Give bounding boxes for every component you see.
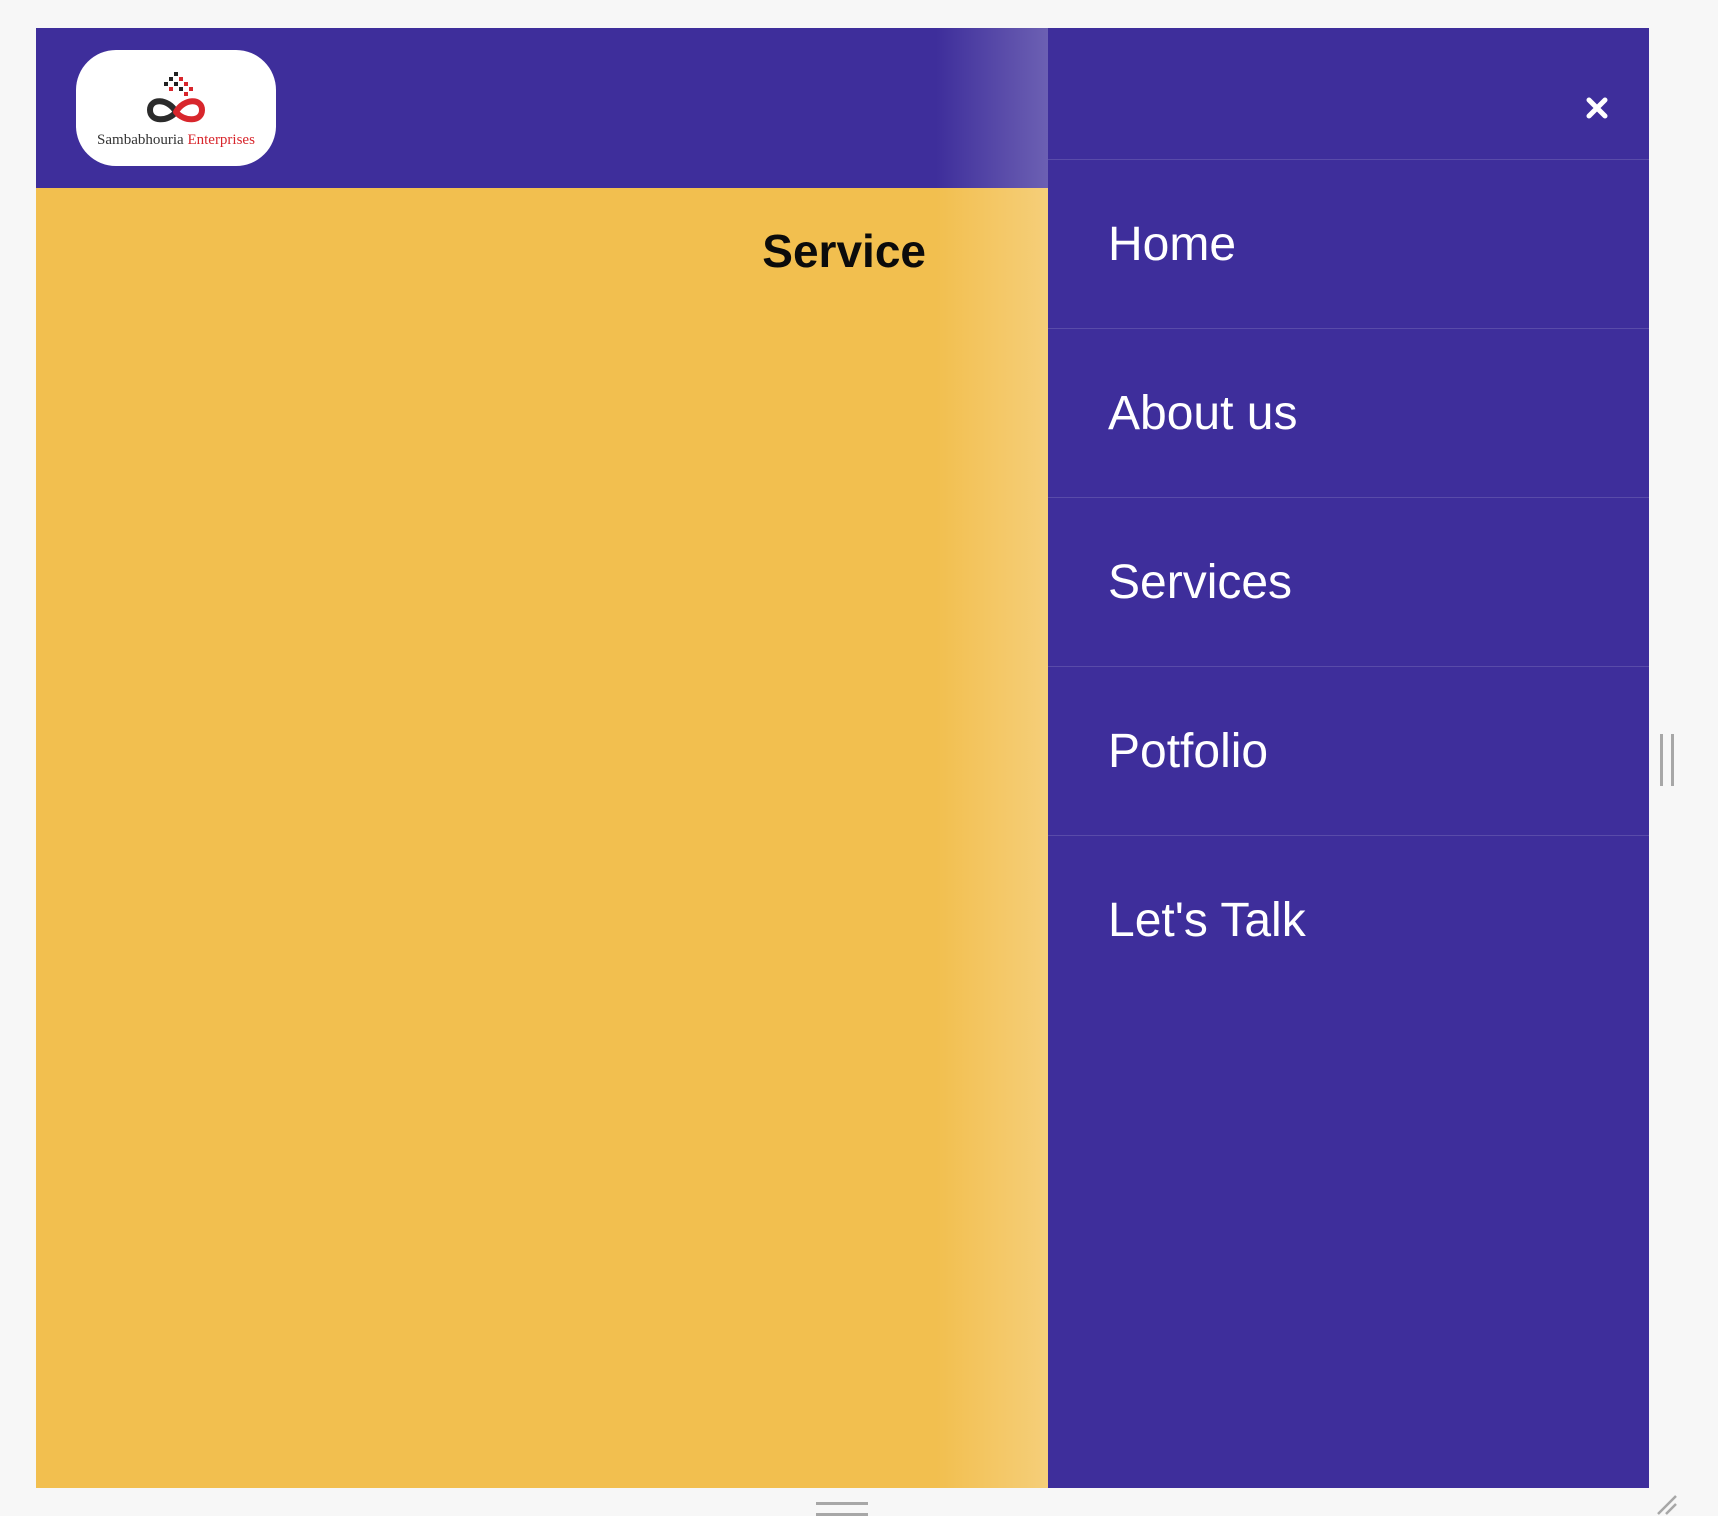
brand-logo[interactable]: Sambabhouria Enterprises (76, 50, 276, 166)
navigation-drawer: Home About us Services Potfolio Let's Ta… (1048, 28, 1649, 1488)
app-viewport: Sambabhouria Enterprises Service Home Ab… (36, 28, 1649, 1488)
horizontal-resize-handle[interactable] (816, 1502, 868, 1516)
close-button[interactable] (1579, 90, 1615, 126)
nav-item-home[interactable]: Home (1048, 160, 1649, 329)
brand-name-accent: Enterprises (187, 131, 255, 148)
nav-item-about-us[interactable]: About us (1048, 329, 1649, 498)
drawer-header (1048, 28, 1649, 160)
brand-name-primary: Sambabhouria (97, 131, 184, 148)
resize-grip-icon[interactable] (1656, 1494, 1680, 1516)
page-title: Service (762, 225, 926, 277)
vertical-resize-handle[interactable] (1660, 734, 1674, 786)
nav-menu: Home About us Services Potfolio Let's Ta… (1048, 160, 1649, 1005)
close-icon (1586, 97, 1608, 119)
main-content: Service (36, 188, 1048, 1488)
top-header: Sambabhouria Enterprises (36, 28, 1048, 188)
nav-item-portfolio[interactable]: Potfolio (1048, 667, 1649, 836)
nav-item-services[interactable]: Services (1048, 498, 1649, 667)
infinity-logo-icon (146, 71, 206, 122)
brand-name: Sambabhouria Enterprises (97, 132, 255, 149)
nav-item-lets-talk[interactable]: Let's Talk (1048, 836, 1649, 1005)
